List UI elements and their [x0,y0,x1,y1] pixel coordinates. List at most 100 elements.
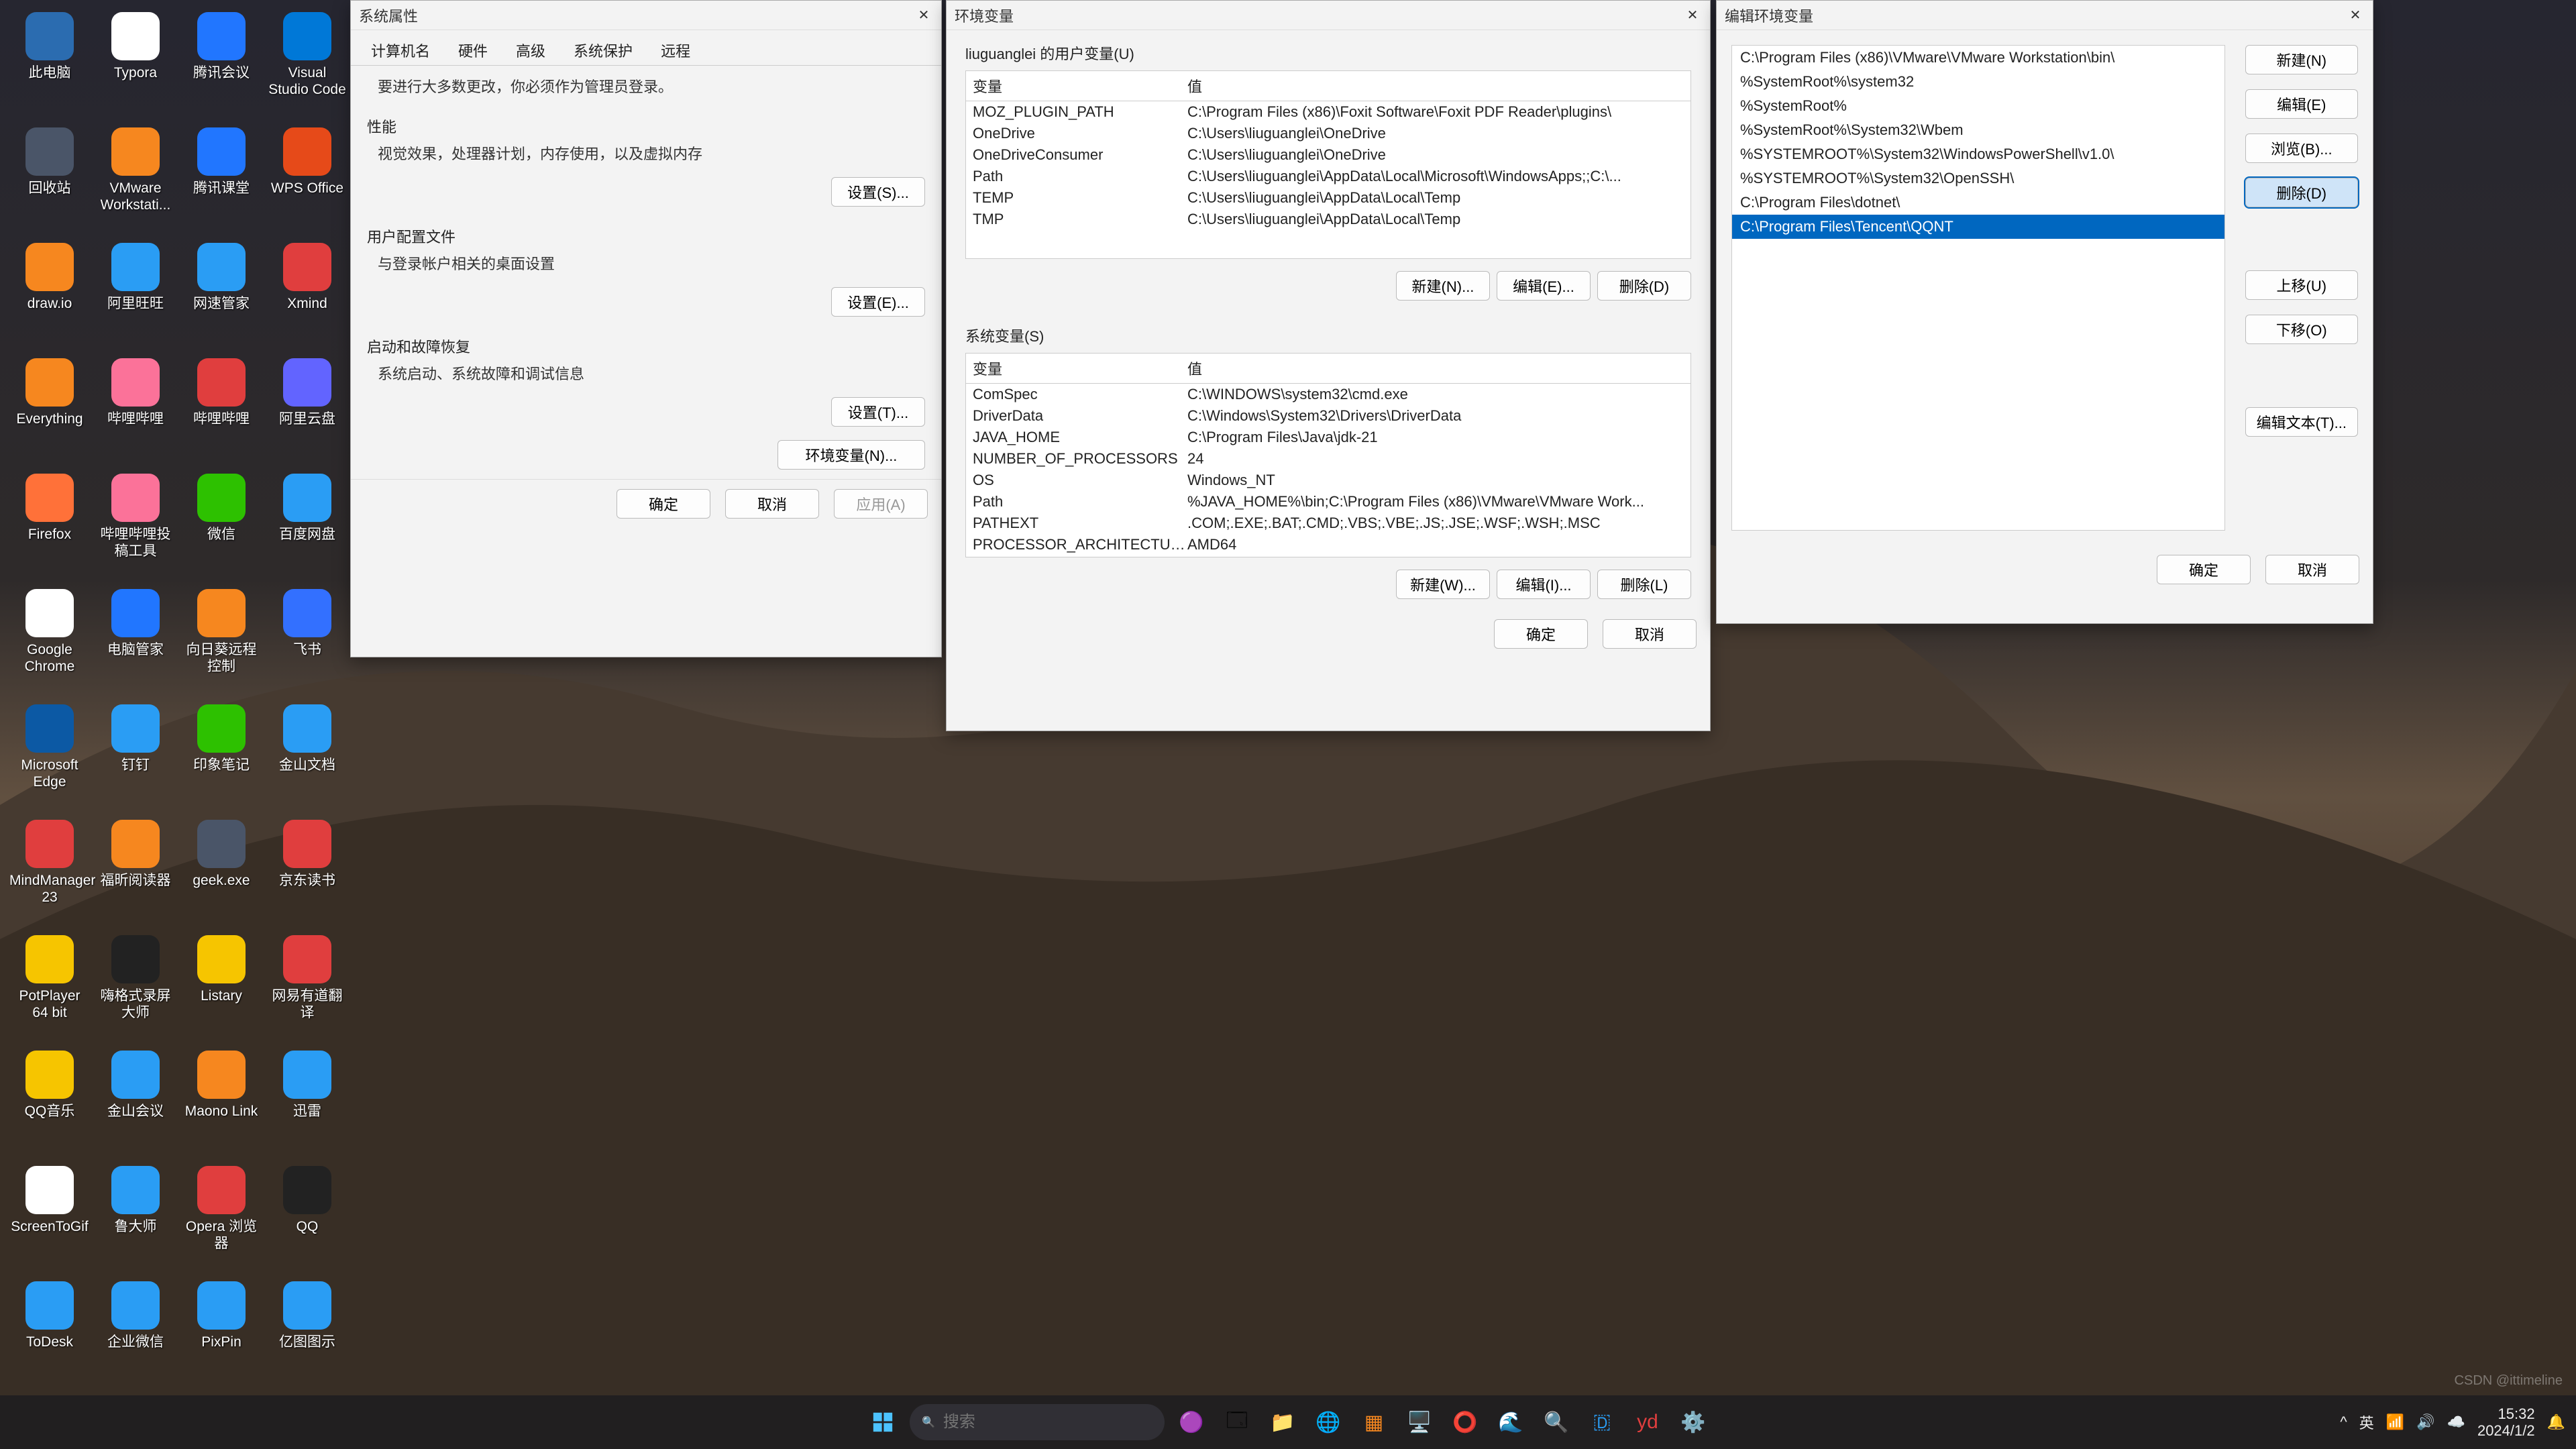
list-item[interactable]: %SystemRoot%\system32 [1732,70,2224,94]
tab-1[interactable]: 硬件 [450,36,496,65]
move-down-button[interactable]: 下移(O) [2245,315,2358,344]
new-button[interactable]: 新建(N) [2245,45,2358,74]
desktop-icon[interactable]: 哔哩哔哩 [93,353,178,468]
desktop-icon[interactable]: Xmind [264,237,350,353]
titlebar[interactable]: 系统属性 ✕ [351,1,941,30]
desktop-icon[interactable]: PotPlayer 64 bit [7,930,93,1045]
table-row[interactable]: DriverDataC:\Windows\System32\Drivers\Dr… [966,405,1690,427]
desktop-icon[interactable]: Visual Studio Code [264,7,350,122]
taskbar-search[interactable]: 🔍 [910,1404,1165,1440]
notifications-icon[interactable]: 🔔 [2547,1413,2565,1431]
edge-icon[interactable]: 🌊 [1492,1403,1529,1441]
user-edit-button[interactable]: 编辑(E)... [1497,271,1591,301]
desktop-icon[interactable]: ToDesk [7,1276,93,1391]
desktop-icon[interactable]: 企业微信 [93,1276,178,1391]
table-row[interactable]: TEMPC:\Users\liuguanglei\AppData\Local\T… [966,187,1690,209]
desktop-icon[interactable]: 京东读书 [264,814,350,930]
desktop-icon[interactable]: 迅雷 [264,1045,350,1161]
tab-2[interactable]: 高级 [508,36,553,65]
cancel-button[interactable]: 取消 [725,489,819,519]
list-item[interactable]: %SYSTEMROOT%\System32\OpenSSH\ [1732,166,2224,191]
ime-indicator[interactable]: 英 [2359,1411,2374,1433]
desktop-icon[interactable]: PixPin [178,1276,264,1391]
desktop-icon[interactable]: 金山文档 [264,699,350,814]
youdao-icon[interactable]: yd [1629,1403,1666,1441]
desktop-icon[interactable]: 鲁大师 [93,1161,178,1276]
sys-edit-button[interactable]: 编辑(I)... [1497,570,1591,599]
ok-button[interactable]: 确定 [2157,555,2251,584]
edit-text-button[interactable]: 编辑文本(T)... [2245,407,2358,437]
everything-icon[interactable]: 🔍 [1538,1403,1575,1441]
desktop-icon[interactable]: MindManager 23 [7,814,93,930]
desktop-icon[interactable]: Opera 浏览器 [178,1161,264,1276]
ok-button[interactable]: 确定 [1494,619,1588,649]
tab-3[interactable]: 系统保护 [566,36,641,65]
wifi-icon[interactable]: 📶 [2386,1413,2404,1431]
desktop-icon[interactable]: ScreenToGif [7,1161,93,1276]
ok-button[interactable]: 确定 [616,489,710,519]
desktop-icon[interactable]: 钉钉 [93,699,178,814]
desktop-icon[interactable]: 亿图图示 [264,1276,350,1391]
app-icon[interactable]: 🇩 [1583,1403,1621,1441]
apply-button[interactable]: 应用(A) [834,489,928,519]
desktop-icon[interactable]: VMware Workstati... [93,122,178,237]
desktop-icon[interactable]: Microsoft Edge [7,699,93,814]
table-row[interactable]: ComSpecC:\WINDOWS\system32\cmd.exe [966,384,1690,405]
start-button[interactable] [864,1403,902,1441]
desktop-icon[interactable]: Typora [93,7,178,122]
desktop-icon[interactable]: 阿里旺旺 [93,237,178,353]
desktop-icon[interactable]: 腾讯课堂 [178,122,264,237]
clock[interactable]: 15:32 2024/1/2 [2477,1405,2535,1440]
user-vars-table[interactable]: MOZ_PLUGIN_PATHC:\Program Files (x86)\Fo… [965,101,1691,259]
close-icon[interactable]: ✕ [914,6,933,25]
copilot-icon[interactable]: 🟣 [1173,1403,1210,1441]
desktop-icon[interactable]: 印象笔记 [178,699,264,814]
desktop-icon[interactable]: 阿里云盘 [264,353,350,468]
perf-settings-button[interactable]: 设置(S)... [831,177,925,207]
delete-button[interactable]: 删除(D) [2245,178,2358,207]
desktop-icon[interactable]: 微信 [178,468,264,584]
desktop-icon[interactable]: 哔哩哔哩 [178,353,264,468]
path-list[interactable]: C:\Program Files (x86)\VMware\VMware Wor… [1731,45,2225,531]
desktop-icon[interactable]: 哔哩哔哩投稿工具 [93,468,178,584]
desktop-icon[interactable]: 福昕阅读器 [93,814,178,930]
browse-button[interactable]: 浏览(B)... [2245,133,2358,163]
sys-vars-table[interactable]: ComSpecC:\WINDOWS\system32\cmd.exeDriver… [965,383,1691,557]
desktop-icon[interactable]: 网速管家 [178,237,264,353]
move-up-button[interactable]: 上移(U) [2245,270,2358,300]
settings-icon[interactable]: ⚙️ [1674,1403,1712,1441]
desktop-icon[interactable]: Listary [178,930,264,1045]
list-item[interactable]: C:\Program Files (x86)\VMware\VMware Wor… [1732,46,2224,70]
list-item[interactable]: %SystemRoot%\System32\Wbem [1732,118,2224,142]
userprof-settings-button[interactable]: 设置(E)... [831,287,925,317]
desktop-icon[interactable]: geek.exe [178,814,264,930]
desktop-icon[interactable]: WPS Office [264,122,350,237]
desktop-icon[interactable]: QQ音乐 [7,1045,93,1161]
desktop-icon[interactable]: 此电脑 [7,7,93,122]
desktop-icon[interactable]: 飞书 [264,584,350,699]
list-item[interactable]: %SystemRoot% [1732,94,2224,118]
env-vars-button[interactable]: 环境变量(N)... [777,440,925,470]
app-icon[interactable]: ▦ [1355,1403,1393,1441]
titlebar[interactable]: 环境变量 ✕ [947,1,1710,30]
cancel-button[interactable]: 取消 [2265,555,2359,584]
table-row[interactable]: PATHEXT.COM;.EXE;.BAT;.CMD;.VBS;.VBE;.JS… [966,513,1690,534]
table-row[interactable]: JAVA_HOMEC:\Program Files\Java\jdk-21 [966,427,1690,448]
desktop-icon[interactable]: QQ [264,1161,350,1276]
app-icon[interactable]: 🖥️ [1401,1403,1438,1441]
desktop-icon[interactable]: Firefox [7,468,93,584]
tray-chevron-icon[interactable]: ^ [2340,1413,2347,1431]
desktop-icon[interactable]: 腾讯会议 [178,7,264,122]
battery-icon[interactable]: ☁️ [2447,1413,2465,1431]
desktop-icon[interactable]: 网易有道翻译 [264,930,350,1045]
tab-0[interactable]: 计算机名 [363,36,438,65]
volume-icon[interactable]: 🔊 [2416,1413,2434,1431]
table-row[interactable]: PROCESSOR_ARCHITECTUREAMD64 [966,534,1690,555]
close-icon[interactable]: ✕ [2346,6,2365,25]
cancel-button[interactable]: 取消 [1603,619,1697,649]
tab-4[interactable]: 远程 [653,36,698,65]
search-input[interactable] [943,1413,1152,1432]
desktop-icon[interactable]: 回收站 [7,122,93,237]
explorer-icon[interactable]: 📁 [1264,1403,1301,1441]
sys-new-button[interactable]: 新建(W)... [1396,570,1490,599]
